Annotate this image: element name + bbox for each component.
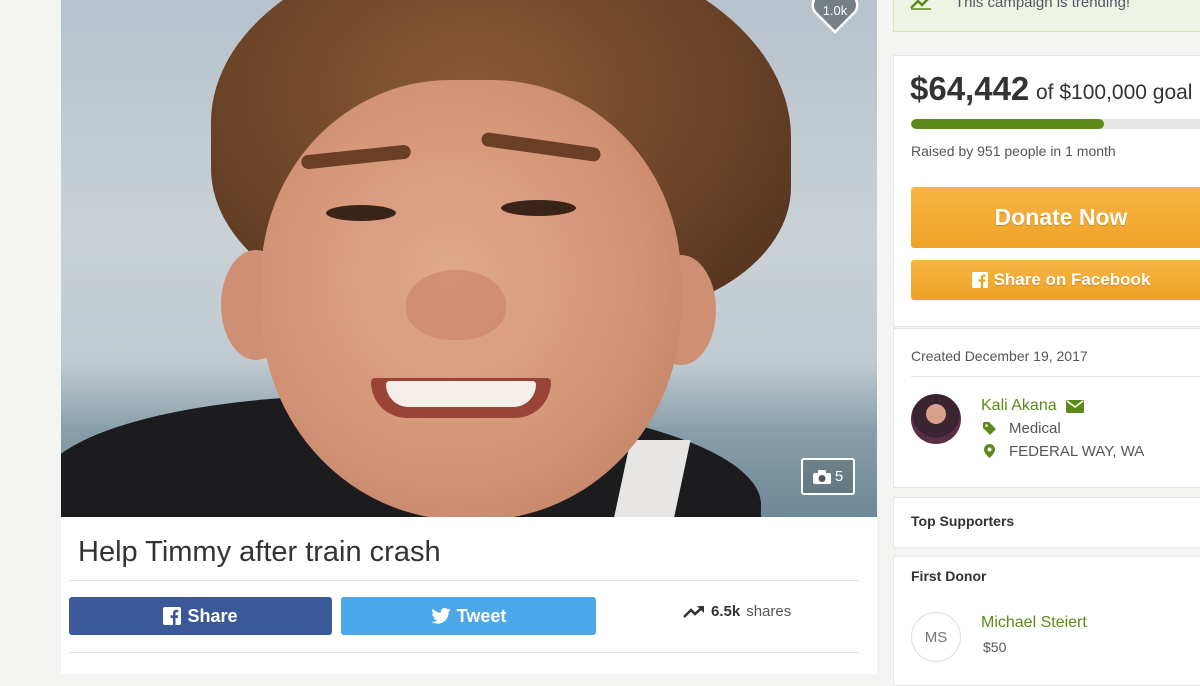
category-label[interactable]: Medical	[1009, 420, 1061, 437]
shares-count: 6.5k shares	[683, 603, 791, 620]
created-date: Created December 19, 2017	[911, 348, 1088, 364]
shares-label: shares	[746, 603, 792, 620]
tag-icon	[983, 422, 996, 435]
trending-up-icon	[910, 0, 931, 10]
raised-by-text: Raised by 951 people in 1 month	[911, 143, 1116, 159]
share-on-facebook-button[interactable]: Share on Facebook	[911, 260, 1200, 300]
divider	[911, 376, 1200, 377]
envelope-icon[interactable]	[1066, 400, 1084, 413]
facebook-share-label: Share	[187, 605, 238, 626]
top-supporters-heading: Top Supporters	[911, 513, 1015, 529]
facebook-icon	[163, 607, 182, 625]
location-text: FEDERAL WAY, WA	[1009, 443, 1145, 460]
divider	[69, 580, 859, 581]
donate-label: Donate Now	[994, 204, 1128, 230]
donor-amount: $50	[983, 639, 1007, 655]
trending-text: This campaign is trending!	[955, 0, 1131, 11]
donate-now-button[interactable]: Donate Now	[911, 187, 1200, 248]
location-pin-icon	[984, 444, 995, 458]
divider	[69, 652, 859, 653]
organizer-avatar[interactable]	[911, 394, 961, 444]
campaign-photo[interactable]	[61, 0, 877, 517]
donor-avatar: MS	[911, 612, 961, 662]
share-on-facebook-label: Share on Facebook	[993, 270, 1151, 289]
like-count: 1.0k	[822, 3, 848, 18]
goal-text: of $100,000 goal	[1036, 81, 1193, 104]
campaign-title: Help Timmy after train crash	[78, 536, 441, 568]
facebook-icon	[971, 272, 988, 288]
progress-bar	[911, 119, 1200, 129]
tweet-label: Tweet	[456, 605, 507, 626]
photo-count: 5	[834, 468, 844, 485]
first-donor-heading: First Donor	[911, 568, 987, 584]
twitter-bird-icon	[431, 608, 451, 624]
shares-number: 6.5k	[711, 603, 741, 620]
like-heart-button[interactable]: 1.0k	[810, 0, 860, 34]
organizer-name-link[interactable]: Kali Akana	[981, 397, 1057, 415]
donor-name: Michael Steiert	[981, 614, 1087, 631]
camera-icon	[812, 469, 831, 484]
tweet-button[interactable]: Tweet	[341, 597, 596, 635]
facebook-share-button[interactable]: Share	[69, 597, 332, 635]
trending-up-icon	[683, 605, 704, 618]
photo-gallery-button[interactable]: 5	[801, 458, 855, 495]
raised-amount: $64,442	[910, 70, 1030, 107]
progress-fill	[911, 119, 1105, 129]
